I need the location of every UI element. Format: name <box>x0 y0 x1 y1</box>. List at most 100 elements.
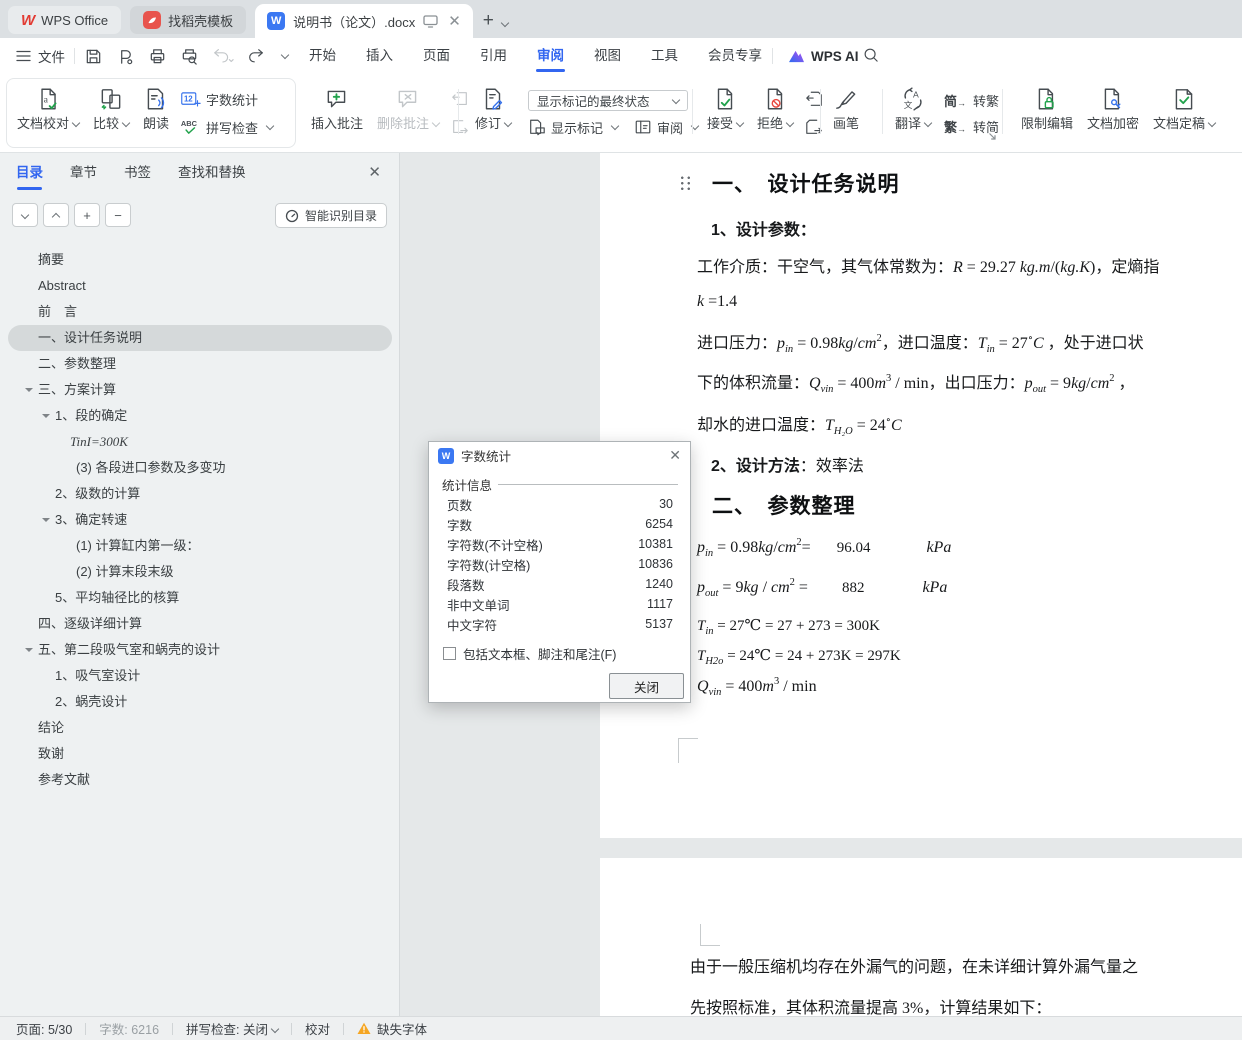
doc-proof-button[interactable]: a 文档校对 <box>10 79 86 147</box>
export-pdf-icon[interactable] <box>116 47 135 66</box>
menu-页面[interactable]: 页面 <box>408 38 465 74</box>
track-changes-button[interactable]: 修订 <box>468 79 518 147</box>
tab-list-caret-icon[interactable] <box>500 18 510 28</box>
dialog-close-icon[interactable]: ✕ <box>669 447 681 464</box>
expand-arrow-icon[interactable] <box>42 414 50 418</box>
translate-button[interactable]: A文 翻译 <box>888 79 938 147</box>
finalize-label: 文档定稿 <box>1153 116 1206 131</box>
read-aloud-button[interactable]: 朗读 <box>136 79 176 147</box>
include-footnotes-checkbox[interactable]: 包括文本框、脚注和尾注(F) <box>443 644 616 663</box>
file-menu[interactable]: 文件 <box>16 38 65 74</box>
outline-item[interactable]: 1、段的确定 <box>8 403 392 429</box>
wps-ai-button[interactable]: WPS AI <box>788 38 859 74</box>
print-icon[interactable] <box>148 47 167 66</box>
outline-item[interactable]: 5、平均轴径比的核算 <box>8 585 392 611</box>
save-icon[interactable] <box>84 47 103 66</box>
menu-审阅[interactable]: 审阅 <box>522 38 579 74</box>
expand-arrow-icon[interactable] <box>25 388 33 392</box>
search-icon[interactable] <box>862 46 880 64</box>
outline-item-label: 参考文献 <box>38 772 91 787</box>
accept-button[interactable]: 接受 <box>700 79 750 147</box>
page-indicator[interactable]: 页面: 5/30 <box>16 1019 72 1038</box>
encrypt-button[interactable]: 文档加密 <box>1080 79 1146 147</box>
tab-wps-home[interactable]: W WPS Office <box>8 6 122 34</box>
outline-item[interactable]: (3) 各段进口参数及多变功 <box>8 455 392 481</box>
word-count-button[interactable]: 12 字数统计 <box>180 90 273 109</box>
spellcheck-toggle[interactable]: 拼写检查: 关闭 <box>186 1019 280 1038</box>
missing-font-warning[interactable]: 缺失字体 <box>357 1019 427 1038</box>
document-page-2[interactable]: 由于一般压缩机均存在外漏气的问题，在未详细计算外漏气量之 先按照标准，其体积流量… <box>600 858 1242 1016</box>
markup-state-dropdown[interactable]: 显示标记的最终状态 <box>528 89 689 111</box>
outline-item[interactable]: 1、吸气室设计 <box>8 663 392 689</box>
checkbox-icon[interactable] <box>443 647 456 660</box>
menu-开始[interactable]: 开始 <box>294 38 351 74</box>
doc-formula: TH2o = 24℃ = 24 + 273K = 297K <box>697 648 901 667</box>
close-pane-icon[interactable]: ✕ <box>368 163 381 181</box>
quickbar-caret-icon[interactable] <box>280 50 290 60</box>
next-change-icon[interactable] <box>804 118 824 136</box>
menu-视图[interactable]: 视图 <box>579 38 636 74</box>
new-tab-button[interactable]: + <box>483 10 494 32</box>
delete-comment-button[interactable]: 删除批注 <box>370 79 446 147</box>
reject-button[interactable]: 拒绝 <box>750 79 800 147</box>
outline-item[interactable]: (1) 计算缸内第一级： <box>8 533 392 559</box>
stat-value: 5137 <box>645 617 673 631</box>
promote-button[interactable]: + <box>74 203 100 227</box>
pane-tab-目录[interactable]: 目录 <box>16 153 43 193</box>
close-tab-icon[interactable]: ✕ <box>448 12 461 30</box>
outline-item[interactable]: TinI=300K <box>8 429 392 455</box>
tab-docer-templates[interactable]: 找稻壳模板 <box>130 6 247 34</box>
pane-tab-书签[interactable]: 书签 <box>124 153 151 193</box>
review-pane-button[interactable]: 审阅 <box>634 118 700 137</box>
drag-handle-icon[interactable] <box>679 175 692 193</box>
group-expand-icon[interactable] <box>988 132 997 141</box>
smart-toc-button[interactable]: 智能识别目录 <box>274 203 387 228</box>
demote-button[interactable]: − <box>105 203 131 227</box>
navigation-pane: 目录 章节 书签 查找和替换 ✕ + − 智能识别目录 摘要 Abstract 前 言一、… <box>0 153 400 1016</box>
outline-item[interactable]: 二、参数整理 <box>8 351 392 377</box>
proofing-button[interactable]: 校对 <box>305 1019 330 1038</box>
outline-item[interactable]: 一、设计任务说明 <box>8 325 392 351</box>
finalize-button[interactable]: 文档定稿 <box>1146 79 1222 147</box>
outline-item[interactable]: (2) 计算末段末级 <box>8 559 392 585</box>
undo-icon[interactable] <box>212 47 234 65</box>
word-count-indicator[interactable]: 字数: 6216 <box>99 1019 159 1038</box>
outline-item[interactable]: Abstract <box>8 273 392 299</box>
outline-item[interactable]: 五、第二段吸气室和蜗壳的设计 <box>8 637 392 663</box>
outline-item[interactable]: 四、逐级详细计算 <box>8 611 392 637</box>
document-page-1[interactable]: 一、 设计任务说明 1、设计参数： 工作介质：干空气，其气体常数为：R = 29… <box>600 153 1242 838</box>
outline-item[interactable]: 结论 <box>8 715 392 741</box>
outline-item[interactable]: 摘要 <box>8 247 392 273</box>
expand-arrow-icon[interactable] <box>42 518 50 522</box>
menu-工具[interactable]: 工具 <box>636 38 693 74</box>
to-traditional-button[interactable]: 简→ 转繁 <box>944 91 999 110</box>
show-markup-button[interactable]: 显示标记 <box>528 118 620 137</box>
outline-item[interactable]: 三、方案计算 <box>8 377 392 403</box>
restrict-editing-button[interactable]: 限制编辑 <box>1014 79 1080 147</box>
outline-item[interactable]: 参考文献 <box>8 767 392 793</box>
pane-tab-章节[interactable]: 章节 <box>70 153 97 193</box>
expand-all-button[interactable] <box>43 203 69 227</box>
expand-arrow-icon[interactable] <box>25 648 33 652</box>
redo-icon[interactable] <box>247 47 265 65</box>
outline-item[interactable]: 致谢 <box>8 741 392 767</box>
compare-button[interactable]: 比较 <box>86 79 136 147</box>
outline-item[interactable]: 2、级数的计算 <box>8 481 392 507</box>
ink-pen-button[interactable]: 画笔 <box>826 79 866 147</box>
insert-comment-button[interactable]: 插入批注 <box>304 79 370 147</box>
menu-会员专享[interactable]: 会员专享 <box>693 38 777 74</box>
close-dialog-button[interactable]: 关闭 <box>609 673 684 699</box>
outline-item[interactable]: 3、确定转速 <box>8 507 392 533</box>
outline-item[interactable]: 2、蜗壳设计 <box>8 689 392 715</box>
prev-change-icon[interactable] <box>804 90 824 108</box>
print-preview-icon[interactable] <box>180 47 199 66</box>
collapse-all-button[interactable] <box>12 203 38 227</box>
outline-item[interactable]: 前 言 <box>8 299 392 325</box>
tab-document[interactable]: W 说明书（论文）.docx ✕ <box>255 4 473 38</box>
follow-mode-icon[interactable] <box>423 14 438 28</box>
menu-插入[interactable]: 插入 <box>351 38 408 74</box>
dialog-titlebar[interactable]: W 字数统计 ✕ <box>429 442 690 469</box>
menu-引用[interactable]: 引用 <box>465 38 522 74</box>
pane-tab-查找和替换[interactable]: 查找和替换 <box>178 153 246 193</box>
spell-check-button[interactable]: ABC 拼写检查 <box>180 118 275 137</box>
